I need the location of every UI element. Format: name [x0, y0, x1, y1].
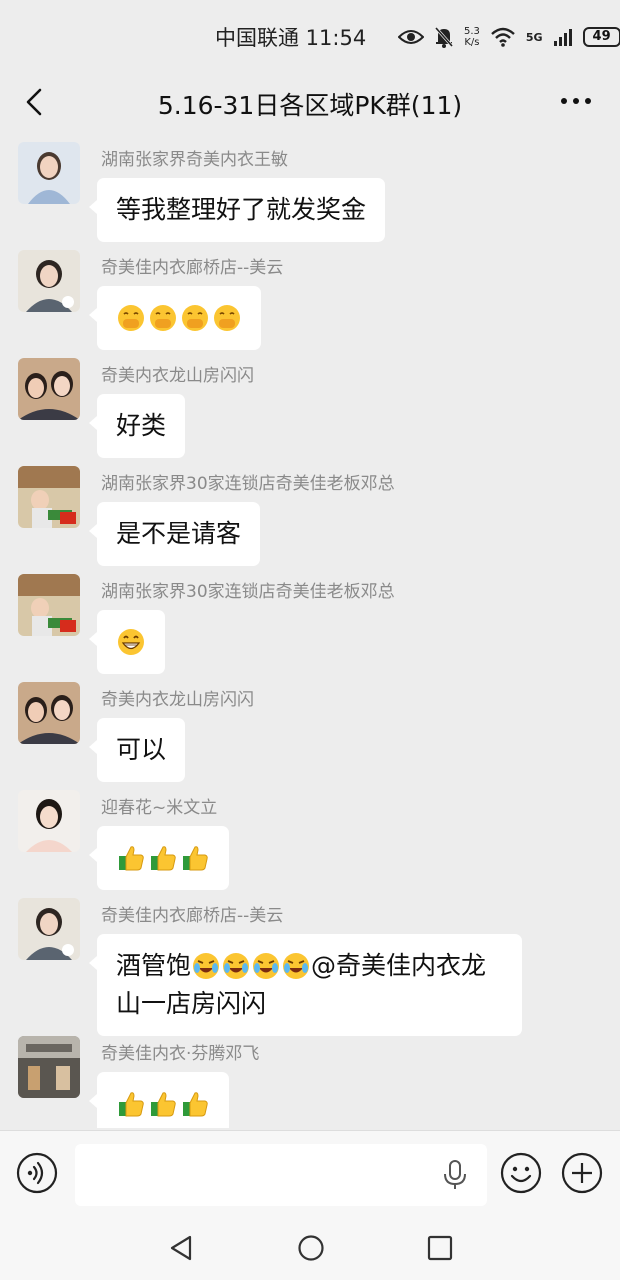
thumbs-up-emoji-icon	[151, 846, 176, 871]
hand-over-mouth-emoji-icon	[150, 305, 176, 331]
plus-icon[interactable]	[561, 1152, 603, 1194]
crying-laugh-emoji-icon	[193, 953, 220, 979]
net-speed: 5.3 K/s	[464, 26, 480, 48]
input-bar	[0, 1130, 620, 1217]
bell-mute-icon	[434, 27, 454, 48]
more-icon[interactable]	[556, 86, 596, 116]
hand-over-mouth-emoji-icon	[214, 305, 240, 331]
message-bubble[interactable]: 等我整理好了就发奖金	[88, 178, 386, 242]
grin-emoji-icon	[118, 629, 144, 655]
message-text: 山一店房闪闪	[116, 989, 267, 1018]
voice-icon[interactable]	[16, 1152, 58, 1194]
sender-name: 迎春花~米文立	[101, 798, 218, 818]
message-bubble[interactable]	[89, 286, 261, 350]
avatar[interactable]	[18, 1036, 80, 1098]
battery-icon: 49	[582, 27, 620, 47]
signal-label: 5G	[525, 30, 543, 44]
crying-laugh-emoji-icon	[223, 953, 250, 979]
sender-name: 奇美内衣龙山房闪闪	[101, 690, 254, 710]
emoji-row	[116, 623, 146, 661]
crying-laugh-emoji-icon	[283, 953, 310, 979]
net-speed-value: 5.3	[464, 26, 480, 37]
avatar[interactable]	[18, 466, 80, 528]
status-bar: 中国联通 11:54 5.3 K/s 5G 49	[0, 0, 620, 72]
hand-over-mouth-emoji-icon	[182, 305, 208, 331]
system-nav-bar	[0, 1216, 620, 1280]
thumbs-up-emoji-icon	[151, 1092, 176, 1117]
sender-name: 湖南张家界奇美内衣王敏	[101, 150, 288, 170]
eye-icon	[398, 30, 424, 44]
emoji-row	[116, 1085, 210, 1123]
nav-back-icon[interactable]	[168, 1234, 194, 1262]
thumbs-up-emoji-icon	[183, 846, 208, 871]
hand-over-mouth-emoji-icon	[118, 305, 144, 331]
emoji-row	[116, 299, 242, 337]
mic-icon[interactable]	[441, 1159, 469, 1191]
emoji-row	[116, 839, 210, 877]
sender-name: 奇美佳内衣·芬腾邓飞	[101, 1044, 260, 1064]
avatar[interactable]	[18, 790, 80, 852]
status-icons: 5.3 K/s 5G 49	[398, 22, 620, 52]
sender-name: 奇美佳内衣廊桥店--美云	[101, 906, 284, 926]
message-bubble[interactable]	[89, 826, 229, 890]
avatar[interactable]	[18, 142, 80, 204]
wifi-icon	[491, 27, 515, 47]
message-bubble[interactable]: 可以	[88, 718, 186, 782]
chat-area[interactable]: 湖南张家界奇美内衣王敏 等我整理好了就发奖金 奇美佳内衣廊桥店--美云 奇美内衣…	[0, 138, 620, 1128]
message-line: 酒管饱 @奇美佳内衣龙	[116, 947, 503, 985]
message-bubble[interactable]	[89, 1072, 229, 1128]
carrier-time: 中国联通 11:54	[215, 26, 367, 50]
page-title: 5.16-31日各区域PK群(11)	[157, 91, 463, 120]
crying-laugh-emoji-icon	[253, 953, 280, 979]
title-bar: 5.16-31日各区域PK群(11)	[0, 72, 620, 138]
nav-recent-icon[interactable]	[427, 1235, 453, 1261]
avatar[interactable]	[18, 250, 80, 312]
thumbs-up-emoji-icon	[119, 846, 144, 871]
message-bubble[interactable]	[89, 610, 165, 674]
message-bubble[interactable]: 是不是请客	[88, 502, 261, 566]
nav-home-icon[interactable]	[297, 1234, 325, 1262]
mention-text: @奇美佳内衣龙	[311, 951, 487, 980]
sender-name: 奇美佳内衣廊桥店--美云	[101, 258, 284, 278]
message-text: 酒管饱	[116, 951, 192, 980]
emoji-icon[interactable]	[500, 1152, 542, 1194]
thumbs-up-emoji-icon	[119, 1092, 144, 1117]
avatar[interactable]	[18, 682, 80, 744]
message-bubble[interactable]: 好类	[88, 394, 186, 458]
avatar[interactable]	[18, 358, 80, 420]
message-bubble[interactable]: 酒管饱 @奇美佳内衣龙 山一店房闪闪	[89, 934, 522, 1036]
sender-name: 奇美内衣龙山房闪闪	[101, 366, 254, 386]
avatar[interactable]	[18, 898, 80, 960]
signal-icon	[553, 29, 572, 46]
message-input[interactable]	[75, 1144, 487, 1206]
avatar[interactable]	[18, 574, 80, 636]
sender-name: 湖南张家界30家连锁店奇美佳老板邓总	[101, 474, 395, 494]
sender-name: 湖南张家界30家连锁店奇美佳老板邓总	[101, 582, 395, 602]
net-speed-unit: K/s	[464, 37, 480, 48]
thumbs-up-emoji-icon	[183, 1092, 208, 1117]
